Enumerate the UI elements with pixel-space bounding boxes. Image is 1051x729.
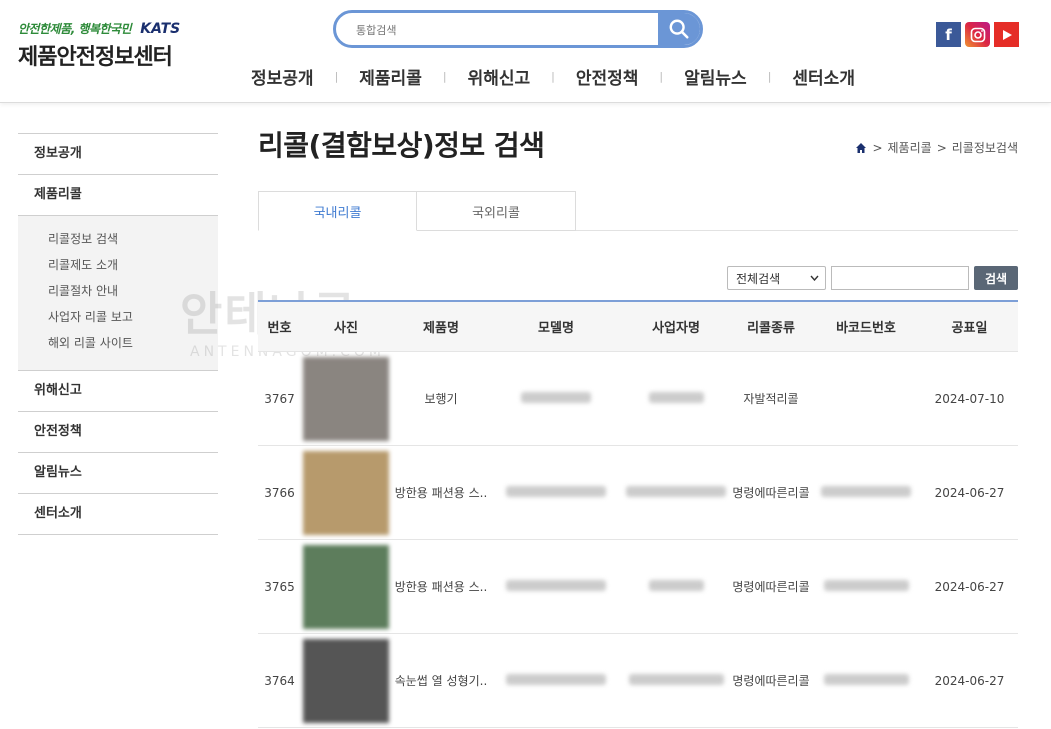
facebook-icon[interactable]: f (936, 22, 961, 47)
global-nav: 정보공개 | 제품리콜 | 위해신고 | 안전정책 | 알림뉴스 | 센터소개 (230, 64, 876, 89)
search-type-select[interactable]: 전체검색 (727, 266, 826, 290)
row-product[interactable]: 방한용 패션용 스.. (391, 578, 491, 595)
sidebar-subitem-recall-system[interactable]: 리콜제도 소개 (48, 252, 218, 278)
row-date: 2024-06-27 (934, 673, 1005, 688)
site-header: 안전한제품, 행복한국민 KATS 제품안전정보센터 f 정보공개| 제품리콜|… (0, 0, 1051, 103)
product-thumbnail[interactable] (303, 356, 389, 441)
home-icon[interactable] (855, 142, 867, 154)
barcode-redacted (823, 579, 909, 591)
sidebar-submenu: 리콜정보 검색 리콜제도 소개 리콜절차 안내 사업자 리콜 보고 해외 리콜 … (18, 216, 218, 371)
breadcrumb-item[interactable]: 제품리콜 (888, 139, 932, 156)
company-redacted (626, 485, 726, 497)
row-date: 2024-06-27 (934, 579, 1005, 594)
gnb-item-report[interactable]: 위해신고 (447, 64, 552, 89)
row-recall-type: 자발적리콜 (743, 392, 799, 406)
youtube-icon[interactable] (994, 22, 1019, 47)
gnb-item-news[interactable]: 알림뉴스 (663, 64, 768, 89)
row-recall-type: 명령에따른리콜 (732, 580, 810, 594)
col-header-barcode: 바코드번호 (836, 321, 896, 336)
search-input[interactable] (356, 19, 646, 41)
table-row[interactable]: 3764 속눈썹 열 성형기.. 명령에따른리콜 2024-06-27 (258, 634, 1018, 728)
sidebar: 정보공개 제품리콜 리콜정보 검색 리콜제도 소개 리콜절차 안내 사업자 리콜… (18, 133, 218, 535)
table-header-row: 번호 사진 제품명 모델명 사업자명 리콜종류 바코드번호 공표일 (258, 302, 1018, 352)
tab-overseas-recall[interactable]: 국외리콜 (417, 191, 576, 231)
search-icon (669, 19, 689, 39)
sidebar-subitem-recall-procedure[interactable]: 리콜절차 안내 (48, 278, 218, 304)
sidebar-item-report[interactable]: 위해신고 (18, 371, 218, 412)
logo-slogan: 안전한제품, 행복한국민 (18, 22, 132, 36)
row-date: 2024-06-27 (934, 485, 1005, 500)
barcode-redacted (821, 485, 911, 497)
sidebar-subitem-overseas-sites[interactable]: 해외 리콜 사이트 (48, 330, 218, 356)
row-recall-type: 명령에따른리콜 (732, 486, 810, 500)
model-redacted (506, 485, 606, 497)
sidebar-item-policy[interactable]: 안전정책 (18, 412, 218, 453)
search-submit-button[interactable]: 검색 (974, 266, 1018, 290)
table-row[interactable]: 3765 방한용 패션용 스.. 명령에따른리콜 2024-06-27 (258, 540, 1018, 634)
company-redacted (628, 673, 724, 685)
search-box (333, 10, 703, 48)
gnb-item-about[interactable]: 센터소개 (771, 64, 876, 89)
table-row[interactable]: 3766 방한용 패션용 스.. 명령에따른리콜 2024-06-27 (258, 446, 1018, 540)
chevron-down-icon (810, 275, 819, 281)
company-redacted (648, 391, 704, 403)
col-header-product: 제품명 (423, 321, 459, 336)
logo-brand: KATS (140, 21, 181, 37)
sidebar-item-about[interactable]: 센터소개 (18, 494, 218, 535)
product-thumbnail[interactable] (303, 638, 389, 723)
tab-domestic-recall[interactable]: 국내리콜 (258, 191, 417, 231)
barcode-redacted (823, 673, 909, 685)
company-redacted (648, 579, 704, 591)
row-no: 3767 (264, 391, 295, 406)
row-product[interactable]: 방한용 패션용 스.. (391, 484, 491, 501)
gnb-item-policy[interactable]: 안전정책 (555, 64, 660, 89)
row-no: 3765 (264, 579, 295, 594)
sidebar-subitem-business-report[interactable]: 사업자 리콜 보고 (48, 304, 218, 330)
product-thumbnail[interactable] (303, 544, 389, 629)
gnb-item-info[interactable]: 정보공개 (230, 64, 335, 89)
recall-table: 번호 사진 제품명 모델명 사업자명 리콜종류 바코드번호 공표일 3767 보… (258, 300, 1018, 728)
model-redacted (506, 579, 606, 591)
instagram-icon[interactable] (965, 22, 990, 47)
col-header-model: 모델명 (538, 321, 574, 336)
model-redacted (521, 391, 591, 403)
sidebar-item-news[interactable]: 알림뉴스 (18, 453, 218, 494)
col-header-recall-type: 리콜종류 (747, 321, 795, 336)
site-title: 제품안전정보센터 (18, 45, 173, 70)
search-filter: 전체검색 검색 (727, 266, 1018, 290)
search-type-value: 전체검색 (736, 271, 781, 286)
row-recall-type: 명령에따른리콜 (732, 674, 810, 688)
social-links: f (936, 22, 1019, 47)
row-product[interactable]: 보행기 (391, 390, 491, 407)
page-title: 리콜(결함보상)정보 검색 (258, 129, 545, 162)
row-date: 2024-07-10 (934, 391, 1005, 406)
col-header-date: 공표일 (951, 321, 988, 336)
col-header-company: 사업자명 (652, 321, 700, 336)
sidebar-item-recall[interactable]: 제품리콜 (18, 175, 218, 216)
search-keyword-input[interactable] (831, 266, 969, 290)
recall-tabs: 국내리콜 국외리콜 (258, 191, 1018, 231)
row-product[interactable]: 속눈썹 열 성형기.. (391, 672, 491, 689)
site-logo[interactable]: 안전한제품, 행복한국민 KATS 제품안전정보센터 (18, 18, 180, 71)
search-button[interactable] (658, 13, 700, 45)
row-no: 3764 (264, 673, 295, 688)
breadcrumb: > 제품리콜 > 리콜정보검색 (855, 139, 1018, 156)
col-header-no: 번호 (267, 321, 292, 336)
breadcrumb-current: 리콜정보검색 (951, 141, 1018, 155)
product-thumbnail[interactable] (303, 450, 389, 535)
table-row[interactable]: 3767 보행기 자발적리콜 2024-07-10 (258, 352, 1018, 446)
model-redacted (506, 673, 606, 685)
sidebar-item-info[interactable]: 정보공개 (18, 134, 218, 175)
gnb-item-recall[interactable]: 제품리콜 (338, 64, 443, 89)
sidebar-subitem-recall-search[interactable]: 리콜정보 검색 (48, 226, 218, 252)
col-header-photo: 사진 (334, 321, 358, 336)
row-no: 3766 (264, 485, 295, 500)
